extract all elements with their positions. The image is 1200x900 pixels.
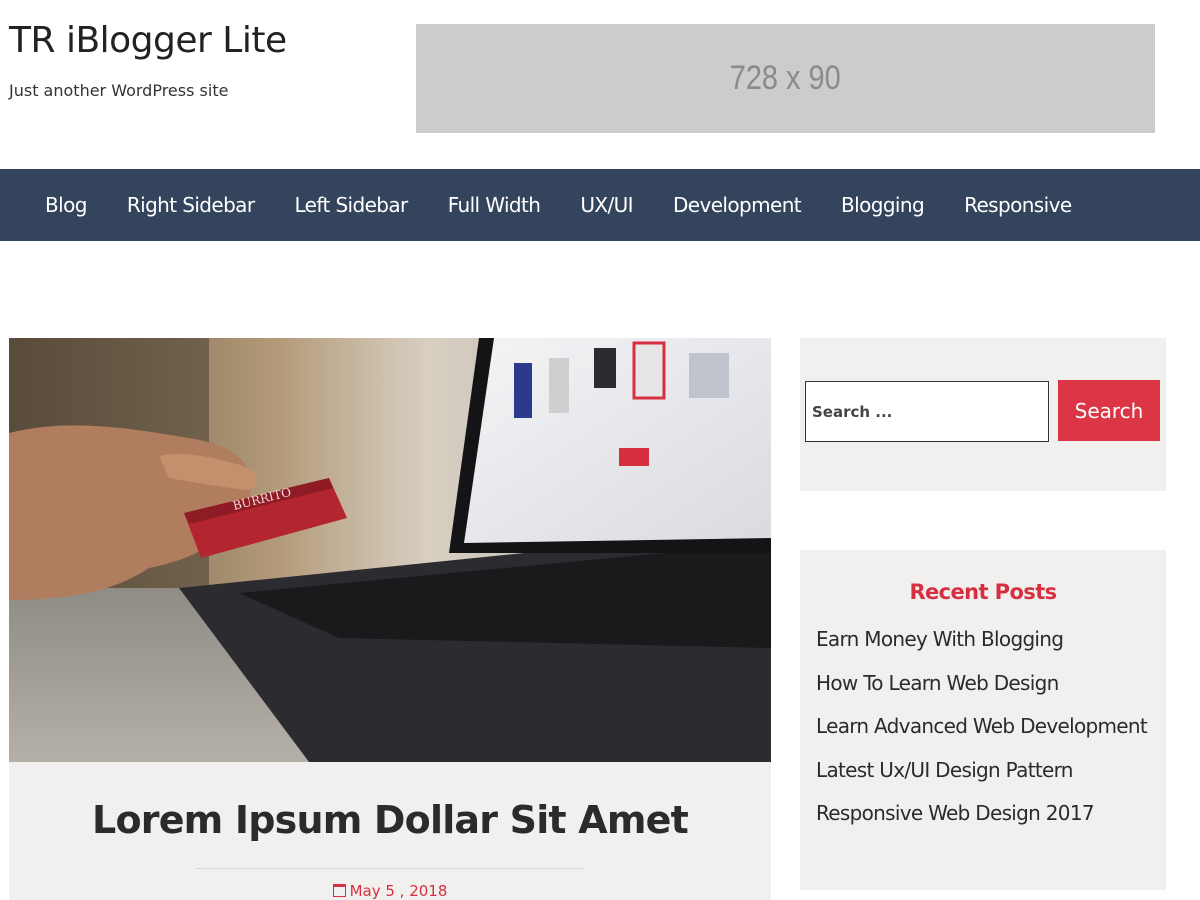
- nav-item-full-width[interactable]: Full Width: [428, 193, 561, 217]
- nav-item-blogging[interactable]: Blogging: [821, 193, 944, 217]
- nav-item-development[interactable]: Development: [653, 193, 821, 217]
- recent-post-link[interactable]: Learn Advanced Web Development: [816, 714, 1148, 758]
- main-nav: Blog Right Sidebar Left Sidebar Full Wid…: [0, 169, 1200, 241]
- nav-item-ux-ui[interactable]: UX/UI: [560, 193, 653, 217]
- recent-posts-widget: Recent Posts Earn Money With Blogging Ho…: [800, 550, 1166, 890]
- post-featured-image[interactable]: BURRITO: [9, 338, 771, 762]
- post-title[interactable]: Lorem Ipsum Dollar Sit Amet: [9, 798, 771, 842]
- recent-post-link[interactable]: Earn Money With Blogging: [816, 627, 1147, 671]
- recent-post-link[interactable]: Responsive Web Design 2017: [816, 801, 1147, 845]
- recent-posts-list: Earn Money With Blogging How To Learn We…: [816, 627, 1148, 845]
- post-date[interactable]: May 5 , 2018: [350, 882, 448, 900]
- ad-banner[interactable]: 728 x 90: [416, 24, 1155, 133]
- nav-item-left-sidebar[interactable]: Left Sidebar: [274, 193, 427, 217]
- recent-post-link[interactable]: Latest Ux/UI Design Pattern: [816, 758, 1147, 802]
- ad-banner-label: 728 x 90: [730, 59, 841, 97]
- calendar-icon: [332, 884, 346, 897]
- site-tagline: Just another WordPress site: [9, 81, 229, 100]
- recent-posts-title: Recent Posts: [909, 580, 1057, 604]
- post-card: Lorem Ipsum Dollar Sit Amet May 5 , 2018: [9, 762, 771, 900]
- search-widget: Search: [800, 338, 1166, 491]
- post-divider: [196, 868, 584, 869]
- post-meta: May 5 , 2018: [9, 882, 771, 900]
- nav-item-responsive[interactable]: Responsive: [944, 193, 1091, 217]
- recent-post-link[interactable]: How To Learn Web Design: [816, 671, 1147, 715]
- site-title[interactable]: TR iBlogger Lite: [9, 20, 287, 61]
- nav-item-right-sidebar[interactable]: Right Sidebar: [107, 193, 275, 217]
- nav-item-blog[interactable]: Blog: [25, 193, 107, 217]
- search-input[interactable]: [805, 381, 1049, 442]
- search-button[interactable]: Search: [1058, 380, 1160, 441]
